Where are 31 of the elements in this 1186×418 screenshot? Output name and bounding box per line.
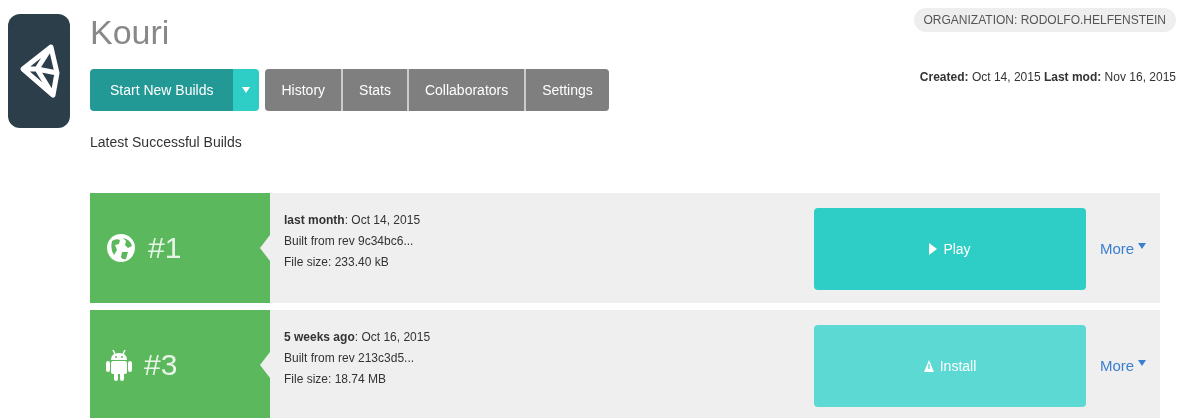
caret-icon: [1138, 359, 1147, 366]
cube-icon: [17, 43, 61, 99]
build-date: last month: Oct 14, 2015: [284, 213, 422, 227]
start-builds-button[interactable]: Start New Builds: [90, 69, 234, 111]
warning-icon: [923, 360, 934, 372]
project-title: Kouri: [90, 14, 171, 53]
play-button[interactable]: Play: [814, 208, 1086, 290]
file-size: File size: 18.74 MB: [284, 372, 388, 386]
section-title: Latest Successful Builds: [90, 134, 243, 150]
more-link[interactable]: More: [1099, 356, 1147, 374]
organization-badge: ORGANIZATION: RODOLFO.HELFENSTEIN: [913, 8, 1176, 32]
nav-tab[interactable]: Collaborators: [408, 69, 525, 111]
nav-tab[interactable]: Settings: [526, 69, 609, 111]
build-date: 5 weeks ago: Oct 16, 2015: [284, 330, 432, 344]
nav-tab[interactable]: History: [265, 69, 342, 111]
build-revision: Built from rev 9c34bc6...: [284, 234, 415, 248]
nav-tab[interactable]: Stats: [343, 69, 407, 111]
project-dates: Created: Oct 14, 2015 Last mod: Nov 16, 2015: [919, 70, 1176, 84]
play-icon: [929, 243, 938, 255]
file-size: File size: 233.40 kB: [284, 255, 390, 269]
notch-marker: [260, 235, 270, 261]
android-icon: [106, 348, 132, 382]
globe-icon: [106, 233, 136, 263]
caret-icon: [1138, 242, 1147, 249]
dropdown-button[interactable]: [233, 69, 260, 111]
notch-marker: [260, 352, 270, 378]
build-number: #1: [148, 231, 182, 265]
build-revision: Built from rev 213c3d5...: [284, 351, 416, 365]
caret-icon: [242, 87, 251, 93]
build-number: #3: [144, 348, 178, 382]
more-link[interactable]: More: [1099, 239, 1147, 257]
